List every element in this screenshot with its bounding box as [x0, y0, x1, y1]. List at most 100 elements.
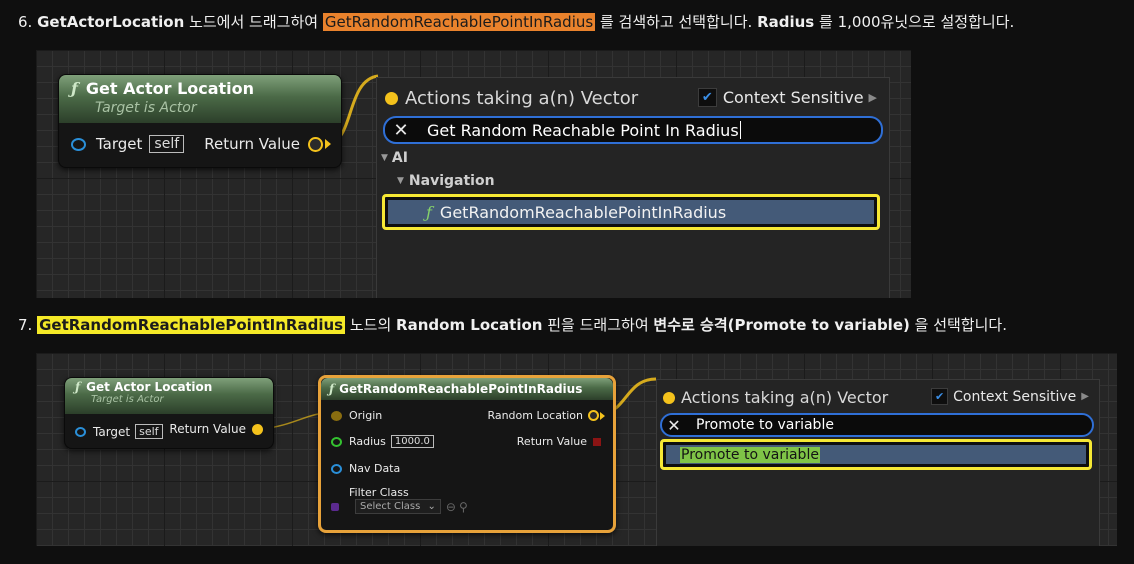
collapse-arrow-icon: ▼ — [397, 176, 404, 186]
step-param: Radius — [757, 13, 815, 31]
pin-label: Nav Data — [349, 462, 401, 475]
use-selected-icon[interactable]: ⊖ — [446, 500, 456, 514]
step-text: 노드에서 드래그하여 — [189, 13, 319, 31]
close-icon[interactable]: ✕ — [387, 120, 415, 141]
actions-menu[interactable]: Actions taking a(n) Vector ✔ Context Sen… — [376, 77, 890, 298]
function-icon: ƒ — [75, 380, 81, 394]
vector-pin-icon — [308, 136, 323, 152]
node-subtitle: Target is Actor — [95, 100, 197, 116]
get-actor-location-node[interactable]: ƒ Get Actor Location Target is Actor Tar… — [64, 377, 274, 449]
pin-arrow-icon — [325, 139, 331, 149]
pin-label: Filter Class — [349, 486, 409, 499]
step-text: 노드의 — [349, 316, 392, 334]
target-label: Target — [96, 135, 143, 153]
step-node-name: GetActorLocation — [37, 13, 185, 31]
return-label: Return Value — [169, 422, 246, 436]
pin-arrow-icon — [600, 411, 605, 420]
pin-label: Origin — [349, 409, 383, 422]
search-text: Promote to variable — [696, 417, 834, 433]
menu-title: Actions taking a(n) Vector — [385, 88, 638, 109]
vector-pin-icon — [331, 410, 342, 421]
bool-pin-icon — [593, 437, 601, 446]
node-title: Get Actor Location — [86, 380, 213, 394]
actions-menu[interactable]: Actions taking a(n) Vector ✔ Context Sen… — [656, 379, 1100, 546]
object-pin-icon — [331, 463, 342, 474]
text-caret — [739, 121, 741, 139]
blueprint-graph-1[interactable]: ƒ Get Actor Location Target is Actor Tar… — [36, 50, 911, 298]
radius-pin[interactable]: Radius 1000.0 — [331, 435, 434, 448]
node-subtitle: Target is Actor — [91, 394, 164, 405]
search-input[interactable]: ✕ Promote to variable — [660, 413, 1094, 437]
search-input[interactable]: ✕ Get Random Reachable Point In Radius — [383, 116, 883, 144]
pin-label: Random Location — [487, 409, 583, 422]
target-pin[interactable]: Target self — [75, 424, 163, 439]
blueprint-graph-2[interactable]: ƒ Get Actor Location Target is Actor Tar… — [36, 353, 1117, 546]
return-value-pin[interactable]: Return Value — [204, 135, 331, 153]
step-text: 를 1,000유닛으로 설정합니다. — [819, 13, 1015, 31]
target-label: Target — [93, 424, 131, 439]
menu-title-text: Actions taking a(n) Vector — [405, 88, 639, 109]
select-class-value: Select Class — [360, 501, 421, 512]
category-label: Navigation — [408, 173, 495, 189]
return-label: Return Value — [204, 135, 300, 153]
context-label: Context Sensitive — [722, 88, 864, 107]
category-ai[interactable]: ▼ AI — [381, 150, 408, 166]
expand-arrow-icon[interactable]: ▶ — [869, 91, 877, 104]
step-text: 을 선택합니다. — [914, 316, 1007, 334]
browse-search-icon[interactable]: ⚲ — [459, 500, 468, 514]
return-value-pin[interactable]: Return Value — [169, 422, 263, 436]
step-text: 를 검색하고 선택합니다. — [599, 13, 753, 31]
result-item-promote-to-variable[interactable]: Promote to variable — [660, 439, 1092, 470]
function-icon: ƒ — [71, 79, 78, 98]
object-pin-icon — [71, 137, 86, 151]
step-6-caption: 6. GetActorLocation 노드에서 드래그하여 GetRandom… — [18, 11, 1014, 32]
category-label: AI — [391, 150, 408, 166]
step-7-caption: 7. GetRandomReachablePointInRadius 노드의 R… — [18, 314, 1007, 335]
step-pin-name: Random Location — [396, 316, 543, 334]
target-pin[interactable]: Target self — [71, 135, 185, 153]
step-text: 핀을 드래그하여 — [547, 316, 649, 334]
vector-dot-icon — [663, 391, 675, 404]
chevron-down-icon: ⌄ — [427, 501, 436, 512]
step-highlight: GetRandomReachablePointInRadius — [37, 316, 346, 334]
radius-value-field[interactable]: 1000.0 — [390, 435, 434, 448]
vector-dot-icon — [385, 92, 398, 105]
checkbox-icon[interactable]: ✔ — [931, 388, 949, 405]
context-sensitive-toggle[interactable]: ✔ Context Sensitive ▶ — [931, 388, 1089, 405]
context-label: Context Sensitive — [953, 388, 1077, 405]
target-self-value[interactable]: self — [135, 424, 163, 439]
get-actor-location-node[interactable]: ƒ Get Actor Location Target is Actor Tar… — [58, 74, 342, 168]
context-sensitive-toggle[interactable]: ✔ Context Sensitive ▶ — [697, 88, 877, 107]
origin-pin[interactable]: Origin — [331, 409, 382, 422]
category-navigation[interactable]: ▼ Navigation — [397, 173, 495, 189]
vector-pin-icon — [588, 410, 599, 421]
function-icon: ƒ — [426, 202, 432, 222]
result-item-get-random-reachable-point[interactable]: ƒ GetRandomReachablePointInRadius — [382, 194, 880, 230]
target-self-value[interactable]: self — [149, 135, 185, 153]
select-class-dropdown[interactable]: Select Class ⌄ ⊖ ⚲ — [355, 499, 468, 514]
step-action: 변수로 승격(Promote to variable) — [653, 316, 910, 334]
result-label: Promote to variable — [680, 446, 820, 463]
result-label: GetRandomReachablePointInRadius — [439, 202, 727, 222]
step-number: 7. — [18, 316, 33, 334]
get-random-reachable-point-node[interactable]: ƒ GetRandomReachablePointInRadius Origin… — [318, 375, 616, 533]
random-location-pin[interactable]: Random Location — [487, 409, 605, 422]
return-value-pin[interactable]: Return Value — [517, 435, 601, 448]
pin-label: Return Value — [516, 435, 587, 448]
menu-title: Actions taking a(n) Vector — [663, 388, 888, 407]
pin-label: Radius — [349, 435, 386, 448]
function-icon: ƒ — [329, 382, 335, 396]
nav-data-pin[interactable]: Nav Data — [331, 462, 400, 475]
float-pin-icon — [331, 436, 342, 447]
checkbox-icon[interactable]: ✔ — [697, 88, 717, 107]
step-highlight: GetRandomReachablePointInRadius — [322, 13, 596, 31]
search-text: Get Random Reachable Point In Radius — [427, 120, 739, 140]
close-icon[interactable]: ✕ — [662, 416, 686, 435]
step-number: 6. — [18, 13, 33, 31]
node-title: Get Actor Location — [85, 79, 255, 98]
object-pin-icon — [75, 426, 86, 437]
filter-class-pin[interactable]: Filter Class — [349, 486, 409, 499]
class-pin-icon — [331, 503, 339, 511]
menu-title-text: Actions taking a(n) Vector — [681, 388, 889, 407]
expand-arrow-icon[interactable]: ▶ — [1081, 391, 1089, 402]
